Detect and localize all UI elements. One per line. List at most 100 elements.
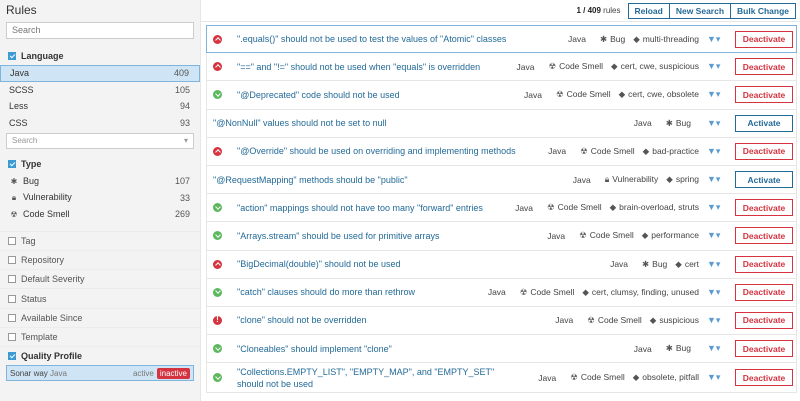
checkbox[interactable] [8, 313, 16, 322]
facet-header[interactable]: Status [0, 288, 200, 307]
facet-header[interactable]: Default Severity [0, 269, 200, 288]
severity-icon [213, 373, 222, 383]
active-toggle[interactable]: active [133, 369, 154, 378]
rule-name-link[interactable]: "Arrays.stream" should be used for primi… [237, 230, 547, 242]
checkbox[interactable] [8, 52, 16, 60]
deactivate-button[interactable]: Deactivate [735, 311, 793, 329]
deactivate-button[interactable]: Deactivate [735, 58, 793, 76]
filter-icon[interactable]: ▼▾ [707, 343, 723, 354]
facet-header[interactable]: Available Since [0, 307, 200, 327]
filter-icon[interactable]: ▼▾ [707, 372, 723, 383]
inactive-toggle[interactable]: inactive [156, 367, 190, 379]
rule-tags[interactable]: ◆ cert, clumsy, finding, unused [582, 287, 699, 298]
facet-item-language[interactable]: CSS 93 [0, 115, 200, 132]
rule-tags[interactable]: ◆ multi-threading [633, 34, 699, 45]
rule-name-link[interactable]: "@Override" should be used on overriding… [237, 145, 548, 157]
rule-tags[interactable]: ◆ spring [666, 174, 699, 185]
rule-tags[interactable]: ◆ bad-practice [643, 146, 699, 157]
rule-row[interactable]: "Arrays.stream" should be used for primi… [206, 222, 797, 251]
facet-item-type[interactable]: ☢ Code Smell 269 [0, 206, 200, 223]
deactivate-button[interactable]: Deactivate [735, 227, 793, 245]
rule-name-link[interactable]: "Cloneables" should implement "clone" [237, 343, 634, 355]
rule-name-link[interactable]: ".equals()" should not be used to test t… [237, 33, 568, 45]
filter-icon[interactable]: ▼▾ [707, 287, 723, 298]
checkbox[interactable] [8, 333, 16, 342]
filter-icon[interactable]: ▼▾ [707, 174, 723, 185]
rule-tags[interactable]: ◆ cert, cwe, suspicious [611, 61, 699, 72]
deactivate-button[interactable]: Deactivate [735, 30, 793, 48]
deactivate-button[interactable]: Deactivate [735, 340, 793, 358]
rule-row[interactable]: "Collections.EMPTY_LIST", "EMPTY_MAP", a… [206, 363, 797, 394]
rule-row[interactable]: "clone" should not be overriddenJava ☢Cod… [206, 306, 797, 336]
checkbox[interactable] [8, 275, 16, 284]
facet-header[interactable]: Tag [0, 230, 200, 250]
rule-tags[interactable]: ◆ cert, cwe, obsolete [619, 89, 699, 100]
rule-row[interactable]: "action" mappings should not have too ma… [206, 194, 797, 223]
filter-icon[interactable]: ▼▾ [707, 89, 723, 100]
search-input[interactable]: Search [6, 22, 194, 39]
rule-name-link[interactable]: "==" and "!=" should not be used when "e… [237, 61, 517, 73]
rule-row[interactable]: "BigDecimal(double)" should not be used J… [206, 250, 797, 279]
quality-profile-item[interactable]: Sonar way Java active inactive [6, 365, 194, 382]
filter-icon[interactable]: ▼▾ [707, 315, 723, 326]
checkbox[interactable] [8, 255, 16, 264]
language-search-input[interactable]: Search ▾ [6, 133, 194, 149]
code-smell-icon: ☢ [519, 286, 528, 297]
rule-name-link[interactable]: "@NonNull" values should not be set to n… [213, 117, 634, 129]
facet-item-type[interactable]: 🔒︎ Vulnerability 33 [0, 190, 200, 207]
rule-row[interactable]: "@Override" should be used on overriding… [206, 137, 797, 166]
rule-row[interactable]: "catch" clauses should do more than reth… [206, 278, 797, 307]
rule-row[interactable]: ".equals()" should not be used to test t… [206, 25, 797, 54]
filter-icon[interactable]: ▼▾ [707, 61, 723, 72]
facet-item-language[interactable]: SCSS 105 [0, 82, 200, 99]
deactivate-button[interactable]: Deactivate [735, 142, 793, 160]
filter-icon[interactable]: ▼▾ [707, 146, 723, 157]
rule-name-link[interactable]: "action" mappings should not have too ma… [237, 202, 515, 214]
rule-tags[interactable]: ◆ performance [642, 230, 699, 241]
rule-name-link[interactable]: "@Deprecated" code should not be used [237, 89, 524, 101]
rule-name-link[interactable]: "clone" should not be overridden [237, 314, 555, 326]
rule-name-link[interactable]: "BigDecimal(double)" should not be used [237, 258, 610, 270]
rule-name-link[interactable]: "catch" clauses should do more than reth… [237, 286, 488, 298]
rule-row[interactable]: "@NonNull" values should not be set to n… [206, 109, 797, 138]
facet-type-header[interactable]: Type [0, 155, 200, 173]
activate-button[interactable]: Activate [735, 114, 793, 132]
rule-row[interactable]: "@RequestMapping" methods should be "pub… [206, 165, 797, 195]
filter-icon[interactable]: ▼▾ [707, 230, 723, 241]
deactivate-button[interactable]: Deactivate [735, 283, 793, 301]
deactivate-button[interactable]: Deactivate [735, 255, 793, 273]
facet-header[interactable]: Template [0, 326, 200, 346]
checkbox[interactable] [8, 294, 16, 303]
rule-tags[interactable]: ◆ obsolete, pitfall [633, 372, 699, 383]
filter-icon[interactable]: ▼▾ [707, 259, 723, 270]
checkbox[interactable] [8, 352, 16, 361]
facet-item-language[interactable]: Less 94 [0, 98, 200, 115]
facet-item-type[interactable]: ✱ Bug 107 [0, 173, 200, 190]
filter-icon[interactable]: ▼▾ [707, 118, 723, 129]
facet-header[interactable]: Repository [0, 249, 200, 269]
activate-button[interactable]: Activate [735, 171, 793, 189]
checkbox[interactable] [8, 160, 16, 168]
rule-row[interactable]: "==" and "!=" should not be used when "e… [206, 53, 797, 82]
deactivate-button[interactable]: Deactivate [735, 199, 793, 217]
deactivate-button[interactable]: Deactivate [735, 369, 793, 387]
rule-row[interactable]: "@Deprecated" code should not be used Jav… [206, 81, 797, 110]
facet-item-language[interactable]: Java 409 [0, 65, 200, 82]
bulk-change-button[interactable]: Bulk Change [730, 2, 796, 19]
rule-tags[interactable]: ◆ suspicious [650, 315, 699, 326]
rule-type: 🔒︎ Vulnerability [605, 174, 659, 185]
rule-tags[interactable]: ◆ cert [675, 259, 699, 270]
rule-tags[interactable]: ◆ brain-overload, struts [610, 202, 699, 213]
reload-button[interactable]: Reload [627, 2, 670, 19]
facet-language-header[interactable]: Language [0, 47, 200, 65]
filter-icon[interactable]: ▼▾ [707, 34, 723, 45]
rule-row[interactable]: "Cloneables" should implement "clone" Jav… [206, 335, 797, 364]
facet-quality-profile-header[interactable]: Quality Profile [0, 346, 200, 365]
bug-icon: ✱ [642, 258, 650, 269]
deactivate-button[interactable]: Deactivate [735, 86, 793, 104]
rule-name-link[interactable]: "@RequestMapping" methods should be "pub… [213, 174, 573, 186]
checkbox[interactable] [8, 236, 16, 245]
filter-icon[interactable]: ▼▾ [707, 202, 723, 213]
new-search-button[interactable]: New Search [668, 2, 732, 19]
rule-name-link[interactable]: "Collections.EMPTY_LIST", "EMPTY_MAP", a… [237, 366, 538, 390]
